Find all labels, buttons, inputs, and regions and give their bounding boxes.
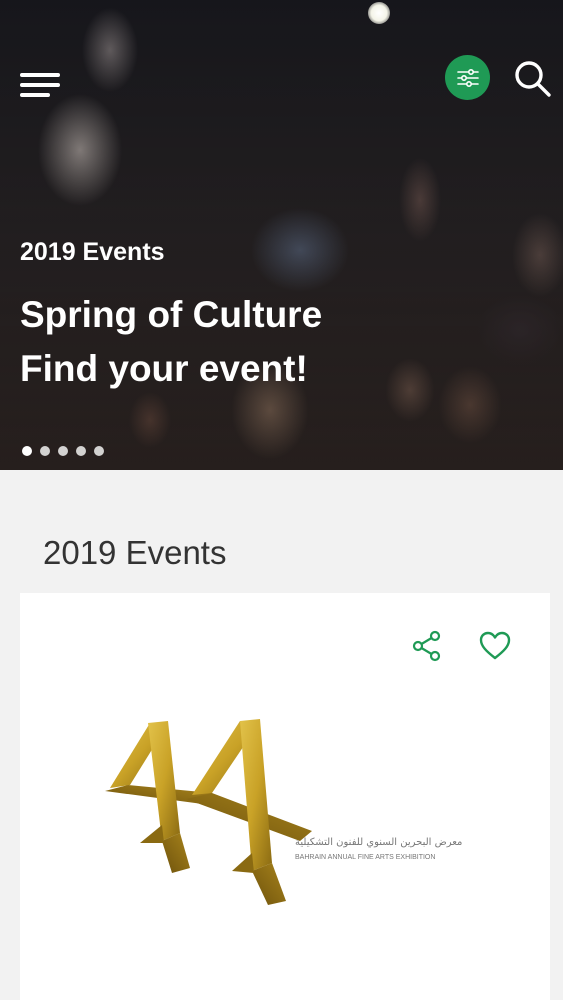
hero-title-line-2: Find your event!	[20, 348, 308, 389]
hero-title-line-1: Spring of Culture	[20, 294, 323, 335]
carousel-dot[interactable]	[94, 446, 104, 456]
hamburger-menu-icon	[20, 73, 60, 77]
heart-icon	[479, 631, 511, 660]
filter-button[interactable]	[445, 55, 490, 100]
search-icon	[515, 61, 551, 97]
favorite-button[interactable]	[478, 630, 512, 662]
stage-light	[368, 2, 390, 24]
logo-caption-english: BAHRAIN ANNUAL FINE ARTS EXHIBITION	[295, 854, 435, 861]
event-card[interactable]: معرض البحرين السنوي للفنون التشكيلية BAH…	[20, 593, 550, 1000]
share-button[interactable]	[411, 630, 443, 662]
sliders-icon	[456, 68, 479, 87]
hero-title: Spring of Culture Find your event!	[20, 288, 450, 396]
hero-subtitle: 2019 Events	[20, 238, 165, 266]
event-logo: معرض البحرين السنوي للفنون التشكيلية BAH…	[105, 719, 462, 905]
section-title: 2019 Events	[43, 534, 227, 571]
carousel-dot[interactable]	[22, 446, 32, 456]
hero-banner[interactable]: 2019 Events Spring of Culture Find your …	[0, 0, 563, 470]
logo-caption-arabic: معرض البحرين السنوي للفنون التشكيلية	[295, 837, 462, 848]
carousel-dot[interactable]	[76, 446, 86, 456]
carousel-dot[interactable]	[40, 446, 50, 456]
carousel-pagination	[22, 446, 104, 456]
search-button[interactable]	[512, 58, 552, 98]
menu-button[interactable]	[20, 73, 60, 103]
share-icon	[412, 630, 441, 662]
carousel-dot[interactable]	[58, 446, 68, 456]
